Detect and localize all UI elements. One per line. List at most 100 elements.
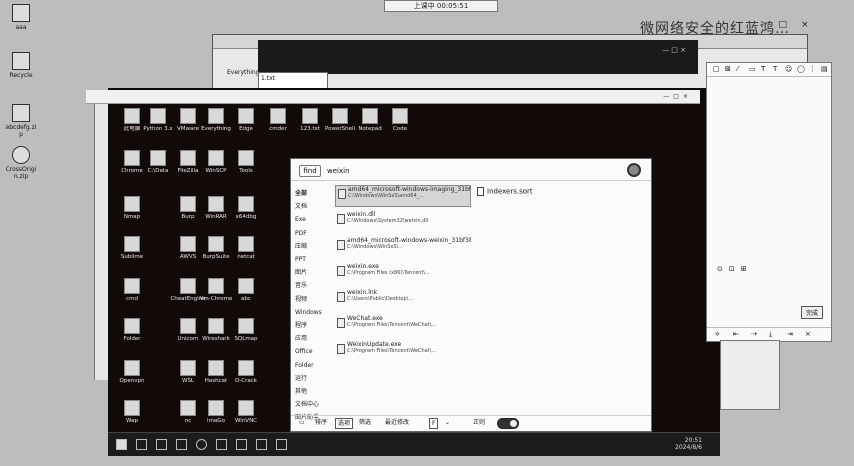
sort-button[interactable]: 排序 [313,418,329,429]
annotation-tool-icon[interactable]: ⊠ [725,65,731,73]
desktop-icon[interactable]: CrossOrigin.zip [4,146,38,180]
annotation-tool-icon[interactable]: ▤ [821,65,828,73]
result-row[interactable]: weixin.lnk C:\Users\Public\Desktop\... [335,289,471,311]
annotation-tool-icon[interactable]: ◯ [797,65,805,73]
remote-controls[interactable]: —□× [663,93,692,100]
search-input[interactable] [327,165,487,177]
folder-icon[interactable] [176,439,187,450]
terminal-icon[interactable] [216,439,227,450]
desktop-icon[interactable]: Recycle [4,52,38,79]
app-icon [208,318,224,334]
result-row[interactable]: amd64_microsoft-windows-imaging_31bf3856… [335,185,471,207]
annotation-mid-icon[interactable]: ⊞ [741,265,753,273]
annotation-tool-icon[interactable]: □ [713,65,720,73]
annotation-tool-icon[interactable]: T [761,65,765,73]
category-item[interactable]: PDF [295,227,327,240]
remote-desktop-icon[interactable]: x64dbg [226,196,266,220]
system-tray-clock[interactable]: 20:51 2024/8/6 [675,437,702,451]
category-item[interactable]: 音乐 [295,279,327,292]
remote-desktop-icon-label: D-Crack [235,378,257,384]
category-item[interactable]: 应用 [295,332,327,345]
explorer-address[interactable]: Everything [227,69,259,76]
done-button[interactable]: 完成 [800,306,823,319]
remote-desktop-icon[interactable]: Openvpn [112,360,152,384]
result-row[interactable]: WeChat.exe C:\Program Files\Tencent\WeCha… [335,315,471,337]
annotation-tool-icon[interactable]: T [773,65,777,73]
annotation-bottom-icon[interactable]: ⇥ [787,330,793,338]
annotation-mid-icon[interactable]: ⊡ [729,265,741,273]
remote-desktop-icon[interactable]: SQLmap [226,318,266,342]
app-icon [150,108,166,124]
category-item[interactable]: 其他 [295,385,327,398]
category-item[interactable]: 运行 [295,372,327,385]
remote-desktop-icon[interactable]: D-Crack [226,360,266,384]
annotation-tool-icon[interactable]: ⁄ [737,65,738,73]
browser-icon[interactable] [196,439,207,450]
annotation-bottom-icon[interactable]: ⤓ [769,330,772,339]
remote-desktop-icon[interactable]: Folder [112,318,152,342]
annotation-tool-icon[interactable]: ▭ [749,65,756,73]
start-icon[interactable] [116,439,127,450]
category-item[interactable]: 全部 [295,187,327,200]
category-item[interactable]: 文档 [295,200,327,213]
recent-button[interactable]: 最近修改 [383,418,411,429]
app-icon [124,236,140,252]
result-row[interactable]: weixin.exe C:\Program Files (x86)\Tencent… [335,263,471,285]
category-item[interactable]: PPT [295,253,327,266]
remote-titlebar: —□× [86,90,700,104]
remote-desktop-icon[interactable]: Wap [112,400,152,424]
remote-desktop-icon[interactable]: Code [380,108,420,132]
category-item[interactable]: 视频 [295,293,327,306]
remote-desktop-icon[interactable]: cmd [112,278,152,302]
category-item[interactable]: 图片 [295,266,327,279]
annotation-tool-icon[interactable]: ⋮ [809,65,816,73]
filter-dropdown[interactable]: F [429,418,439,429]
chevron-down-icon[interactable]: ⌄ [443,418,452,429]
annotation-tool-icon[interactable]: ☺ [785,65,792,73]
result-row[interactable]: amd64_microsoft-windows-weixin_31bf3856a… [335,237,471,259]
annotation-bottom-icon[interactable]: × [805,330,811,338]
annotation-bottom-icon[interactable]: ⇢ [751,330,757,338]
remote-desktop-icon[interactable]: Nmap [112,196,152,220]
view-toggle-button[interactable]: ▭ [297,418,307,429]
category-item[interactable]: 文档中心 [295,398,327,411]
regex-toggle[interactable] [497,418,519,429]
task-view-icon[interactable] [156,439,167,450]
remote-desktop-icon[interactable]: abc [226,278,266,302]
filter-button[interactable]: 筛选 [357,418,373,429]
close-icon[interactable]: × [801,20,823,30]
annotation-bottom-icon[interactable]: ⟡ [715,330,720,339]
app-icon [362,108,378,124]
minimize-icon[interactable]: – [760,20,779,30]
result-row[interactable]: WeixinUpdate.exe C:\Program Files\Tencent… [335,341,471,363]
category-item[interactable]: 压缩 [295,240,327,253]
maximize-icon[interactable]: □ [779,20,802,30]
app-icon[interactable] [236,439,247,450]
category-item[interactable]: Exe [295,213,327,226]
window-controls[interactable]: –□× [760,20,823,30]
result-name: weixin.lnk [347,289,378,296]
remote-desktop-icon[interactable]: Tools [226,150,266,174]
annotation-mid-icon[interactable]: ⊙ [717,265,729,273]
desktop-icon[interactable]: aaa [4,4,38,31]
dark-window-controls[interactable]: — □ × [662,46,686,54]
remote-desktop-icon[interactable]: WinVNC [226,400,266,424]
app-icon[interactable] [256,439,267,450]
category-item[interactable]: Windows [295,306,327,319]
options-button[interactable]: 选项 [335,418,354,429]
desktop-icon[interactable]: abcdefg.zip [4,104,38,138]
search-icon[interactable] [136,439,147,450]
result-row[interactable]: weixin.dll C:\Windows\System32\weixin.dll [335,211,471,233]
annotation-bottom-icon[interactable]: ⇤ [733,330,739,338]
settings-icon[interactable] [627,163,641,177]
app-icon[interactable] [276,439,287,450]
remote-desktop-icon[interactable]: netcat [226,236,266,260]
screen-share-bar[interactable]: 上课中 00:05:51 [384,0,498,12]
remote-desktop-icon[interactable]: Sublime [112,236,152,260]
app-icon [180,278,196,294]
find-button[interactable]: find [299,165,321,177]
category-item[interactable]: Folder [295,359,327,372]
remote-desktop-icon-label: Nmap [123,214,141,220]
category-item[interactable]: 程序 [295,319,327,332]
category-item[interactable]: Office [295,345,327,358]
